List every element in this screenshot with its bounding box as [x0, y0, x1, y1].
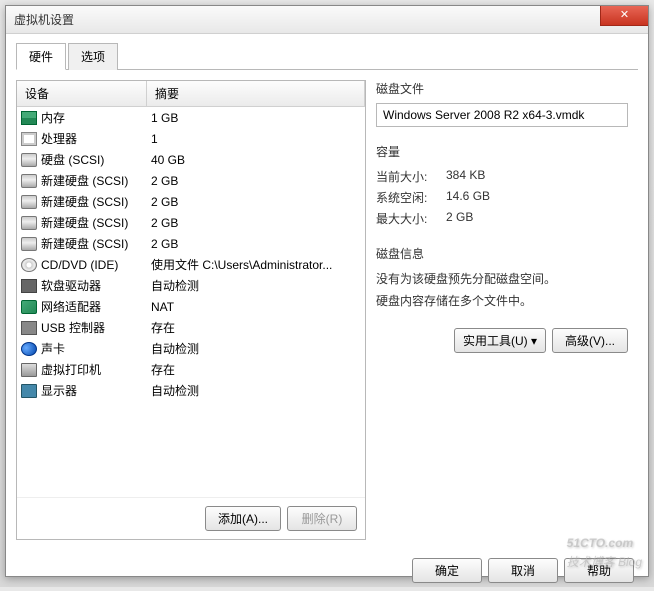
device-row[interactable]: 声卡自动检测: [17, 338, 365, 359]
free-space-value: 14.6 GB: [446, 189, 490, 206]
cd-icon: [21, 258, 37, 272]
device-summary: 2 GB: [151, 174, 361, 188]
disk-info-title: 磁盘信息: [376, 245, 628, 262]
device-name: 新建硬盘 (SCSI): [41, 193, 151, 210]
tab-options[interactable]: 选项: [68, 43, 118, 70]
device-name: 处理器: [41, 130, 151, 147]
utilities-button[interactable]: 实用工具(U) ▾: [454, 328, 546, 353]
device-row[interactable]: 新建硬盘 (SCSI)2 GB: [17, 233, 365, 254]
window-title: 虚拟机设置: [14, 11, 74, 28]
disk-file-title: 磁盘文件: [376, 80, 628, 97]
device-name: 新建硬盘 (SCSI): [41, 214, 151, 231]
device-summary: 使用文件 C:\Users\Administrator...: [151, 256, 361, 273]
device-summary: 2 GB: [151, 216, 361, 230]
device-summary: 1: [151, 132, 361, 146]
device-summary: 自动检测: [151, 382, 361, 399]
close-button[interactable]: ✕: [600, 6, 648, 26]
device-row[interactable]: 虚拟打印机存在: [17, 359, 365, 380]
cancel-button[interactable]: 取消: [488, 558, 558, 583]
device-name: USB 控制器: [41, 319, 151, 336]
disk-icon: [21, 153, 37, 167]
device-summary: 1 GB: [151, 111, 361, 125]
device-summary: 存在: [151, 319, 361, 336]
disk-file-field[interactable]: Windows Server 2008 R2 x64-3.vmdk: [376, 103, 628, 127]
capacity-title: 容量: [376, 143, 628, 160]
cpu-icon: [21, 132, 37, 146]
device-row[interactable]: 网络适配器NAT: [17, 296, 365, 317]
advanced-button[interactable]: 高级(V)...: [552, 328, 628, 353]
device-row[interactable]: 硬盘 (SCSI)40 GB: [17, 149, 365, 170]
floppy-icon: [21, 279, 37, 293]
max-size-value: 2 GB: [446, 210, 473, 227]
device-summary: 40 GB: [151, 153, 361, 167]
disk-info-line2: 硬盘内容存储在多个文件中。: [376, 290, 628, 312]
printer-icon: [21, 363, 37, 377]
device-summary: 2 GB: [151, 237, 361, 251]
disk-icon: [21, 195, 37, 209]
device-name: 声卡: [41, 340, 151, 357]
device-row[interactable]: 显示器自动检测: [17, 380, 365, 401]
device-name: 显示器: [41, 382, 151, 399]
device-row[interactable]: 新建硬盘 (SCSI)2 GB: [17, 170, 365, 191]
disk-icon: [21, 237, 37, 251]
device-summary: 自动检测: [151, 340, 361, 357]
device-summary: 2 GB: [151, 195, 361, 209]
device-summary: NAT: [151, 300, 361, 314]
dialog-footer: 确定 取消 帮助: [6, 550, 648, 591]
sound-icon: [21, 342, 37, 356]
display-icon: [21, 384, 37, 398]
device-row[interactable]: 软盘驱动器自动检测: [17, 275, 365, 296]
device-row[interactable]: 新建硬盘 (SCSI)2 GB: [17, 212, 365, 233]
device-row[interactable]: USB 控制器存在: [17, 317, 365, 338]
tab-hardware[interactable]: 硬件: [16, 43, 66, 70]
device-name: 软盘驱动器: [41, 277, 151, 294]
device-list-panel: 设备 摘要 内存1 GB处理器1硬盘 (SCSI)40 GB新建硬盘 (SCSI…: [16, 80, 366, 540]
add-button[interactable]: 添加(A)...: [205, 506, 281, 531]
device-name: 内存: [41, 109, 151, 126]
ok-button[interactable]: 确定: [412, 558, 482, 583]
device-name: 新建硬盘 (SCSI): [41, 235, 151, 252]
device-row[interactable]: 处理器1: [17, 128, 365, 149]
device-row[interactable]: CD/DVD (IDE)使用文件 C:\Users\Administrator.…: [17, 254, 365, 275]
titlebar[interactable]: 虚拟机设置 ✕: [6, 6, 648, 34]
help-button[interactable]: 帮助: [564, 558, 634, 583]
disk-icon: [21, 216, 37, 230]
device-summary: 自动检测: [151, 277, 361, 294]
device-row[interactable]: 新建硬盘 (SCSI)2 GB: [17, 191, 365, 212]
current-size-label: 当前大小:: [376, 168, 446, 185]
device-name: 虚拟打印机: [41, 361, 151, 378]
device-name: 硬盘 (SCSI): [41, 151, 151, 168]
memory-icon: [21, 111, 37, 125]
detail-panel: 磁盘文件 Windows Server 2008 R2 x64-3.vmdk 容…: [366, 80, 638, 540]
device-name: 新建硬盘 (SCSI): [41, 172, 151, 189]
list-header: 设备 摘要: [17, 81, 365, 107]
remove-button: 删除(R): [287, 506, 357, 531]
device-name: CD/DVD (IDE): [41, 258, 151, 272]
tabs-container: 硬件 选项: [16, 42, 638, 70]
device-summary: 存在: [151, 361, 361, 378]
device-name: 网络适配器: [41, 298, 151, 315]
network-icon: [21, 300, 37, 314]
disk-info-line1: 没有为该硬盘预先分配磁盘空间。: [376, 268, 628, 290]
usb-icon: [21, 321, 37, 335]
max-size-label: 最大大小:: [376, 210, 446, 227]
device-list[interactable]: 内存1 GB处理器1硬盘 (SCSI)40 GB新建硬盘 (SCSI)2 GB新…: [17, 107, 365, 497]
header-summary[interactable]: 摘要: [147, 81, 365, 106]
vm-settings-window: 虚拟机设置 ✕ 硬件 选项 设备 摘要 内存1 GB处理器1硬盘 (SCSI)4…: [5, 5, 649, 577]
current-size-value: 384 KB: [446, 168, 485, 185]
free-space-label: 系统空闲:: [376, 189, 446, 206]
header-device[interactable]: 设备: [17, 81, 147, 106]
disk-icon: [21, 174, 37, 188]
device-row[interactable]: 内存1 GB: [17, 107, 365, 128]
